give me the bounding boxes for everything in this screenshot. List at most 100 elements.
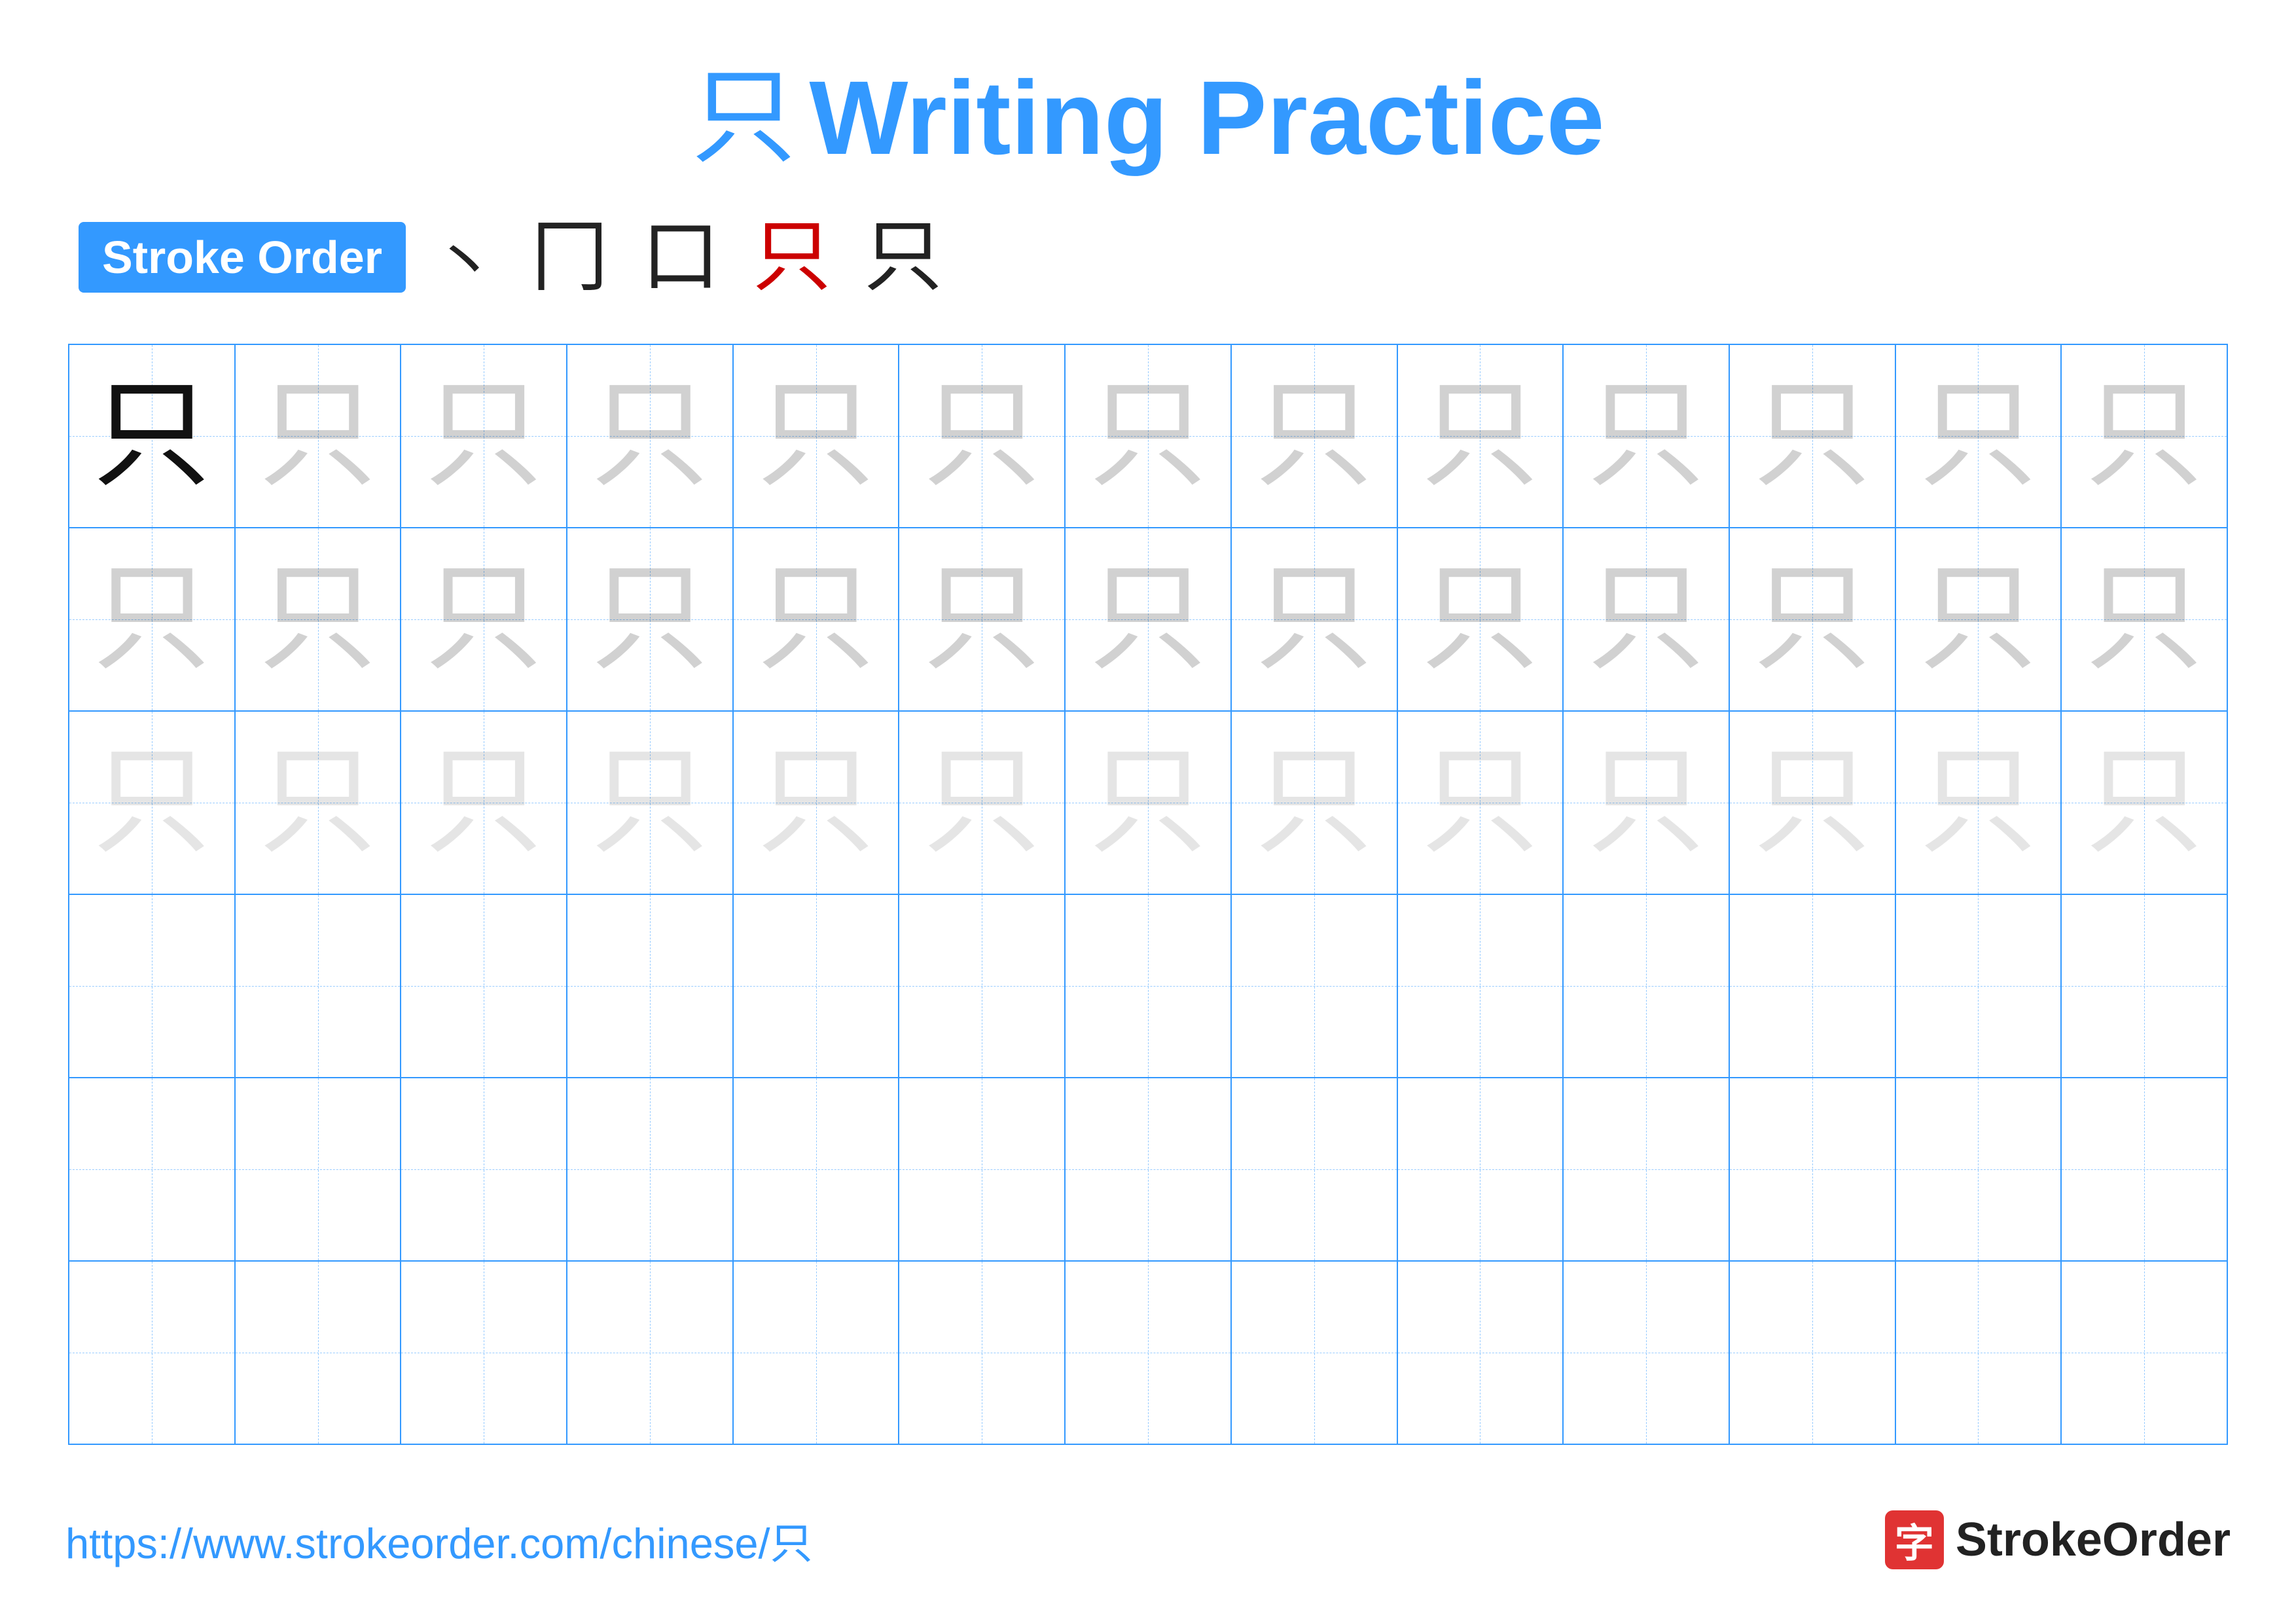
char-faded: 只 <box>259 377 377 495</box>
table-cell[interactable]: 只 <box>2061 711 2227 894</box>
table-cell[interactable]: 只 <box>401 344 567 528</box>
table-cell[interactable] <box>1895 894 2062 1078</box>
table-cell[interactable]: 只 <box>1563 344 1729 528</box>
table-cell[interactable]: 只 <box>1397 711 1564 894</box>
table-cell[interactable] <box>1729 894 1895 1078</box>
title-text: Writing Practice <box>809 65 1604 170</box>
table-cell[interactable] <box>1729 1261 1895 1444</box>
char-faded: 只 <box>2085 560 2203 678</box>
table-cell[interactable]: 只 <box>2061 528 2227 711</box>
table-cell[interactable]: 只 <box>69 711 235 894</box>
table-cell[interactable]: 只 <box>1231 711 1397 894</box>
table-cell[interactable] <box>1563 1261 1729 1444</box>
page-title: 只 Writing Practice <box>691 65 1604 170</box>
table-cell[interactable] <box>1397 894 1564 1078</box>
table-cell[interactable] <box>1397 1261 1564 1444</box>
table-cell[interactable]: 只 <box>1397 344 1564 528</box>
table-cell[interactable] <box>733 894 899 1078</box>
char-faded-light: 只 <box>923 744 1041 862</box>
table-cell[interactable]: 只 <box>69 344 235 528</box>
table-cell[interactable] <box>899 1078 1065 1261</box>
table-cell[interactable] <box>1397 1078 1564 1261</box>
table-cell[interactable]: 只 <box>899 528 1065 711</box>
table-cell[interactable] <box>235 1078 401 1261</box>
table-cell[interactable] <box>1895 1261 2062 1444</box>
table-cell[interactable] <box>1729 1078 1895 1261</box>
table-cell[interactable]: 只 <box>2061 344 2227 528</box>
table-cell[interactable] <box>69 1078 235 1261</box>
table-cell[interactable]: 只 <box>1729 528 1895 711</box>
char-faded: 只 <box>1421 377 1539 495</box>
table-cell[interactable]: 只 <box>1895 344 2062 528</box>
char-faded: 只 <box>1753 560 1871 678</box>
logo-icon: 字 <box>1885 1510 1944 1569</box>
table-cell[interactable]: 只 <box>899 711 1065 894</box>
table-cell[interactable]: 只 <box>567 344 733 528</box>
table-cell[interactable]: 只 <box>401 711 567 894</box>
stroke-steps: 丶 冂 口 只 只 <box>432 210 942 304</box>
table-cell[interactable]: 只 <box>235 711 401 894</box>
table-cell[interactable] <box>1895 1078 2062 1261</box>
char-faded: 只 <box>757 560 875 678</box>
table-cell[interactable]: 只 <box>1231 344 1397 528</box>
table-cell[interactable] <box>567 1078 733 1261</box>
table-cell[interactable] <box>235 1261 401 1444</box>
table-cell[interactable]: 只 <box>1895 711 2062 894</box>
table-cell[interactable]: 只 <box>1065 344 1231 528</box>
table-cell[interactable]: 只 <box>69 528 235 711</box>
table-cell[interactable]: 只 <box>567 528 733 711</box>
table-cell[interactable] <box>733 1261 899 1444</box>
table-cell[interactable] <box>69 1261 235 1444</box>
table-cell[interactable] <box>235 894 401 1078</box>
char-faded: 只 <box>757 377 875 495</box>
char-faded: 只 <box>1255 377 1373 495</box>
table-cell[interactable]: 只 <box>1231 528 1397 711</box>
table-cell[interactable]: 只 <box>1563 711 1729 894</box>
char-faded-light: 只 <box>757 744 875 862</box>
table-cell[interactable]: 只 <box>1397 528 1564 711</box>
table-cell[interactable] <box>1563 1078 1729 1261</box>
table-cell[interactable]: 只 <box>235 528 401 711</box>
table-cell[interactable] <box>567 894 733 1078</box>
table-cell[interactable]: 只 <box>899 344 1065 528</box>
table-cell[interactable] <box>2061 894 2227 1078</box>
char-faded-light: 只 <box>1919 744 2037 862</box>
table-cell[interactable]: 只 <box>1729 344 1895 528</box>
table-cell[interactable] <box>1065 1078 1231 1261</box>
table-cell[interactable] <box>1231 1078 1397 1261</box>
table-cell[interactable] <box>401 1078 567 1261</box>
table-cell[interactable]: 只 <box>733 528 899 711</box>
stroke-step-4: 只 <box>753 218 831 297</box>
table-cell[interactable] <box>899 1261 1065 1444</box>
table-cell[interactable] <box>567 1261 733 1444</box>
char-faded: 只 <box>1753 377 1871 495</box>
table-cell[interactable] <box>1065 1261 1231 1444</box>
table-cell[interactable]: 只 <box>733 711 899 894</box>
table-cell[interactable] <box>401 894 567 1078</box>
table-cell[interactable] <box>2061 1078 2227 1261</box>
table-cell[interactable] <box>1563 894 1729 1078</box>
footer-link[interactable]: https://www.strokeorder.com/chinese/只 <box>65 1509 813 1571</box>
table-cell[interactable]: 只 <box>401 528 567 711</box>
stroke-step-1: 丶 <box>432 210 497 304</box>
table-cell[interactable] <box>1231 1261 1397 1444</box>
footer-logo: 字 StrokeOrder <box>1885 1510 2231 1569</box>
table-cell[interactable]: 只 <box>235 344 401 528</box>
table-cell[interactable] <box>1231 894 1397 1078</box>
table-cell[interactable] <box>401 1261 567 1444</box>
table-cell[interactable] <box>899 894 1065 1078</box>
char-faded: 只 <box>1919 560 2037 678</box>
grid-row-5 <box>69 1078 2227 1261</box>
table-cell[interactable]: 只 <box>733 344 899 528</box>
table-cell[interactable]: 只 <box>1729 711 1895 894</box>
table-cell[interactable]: 只 <box>1065 711 1231 894</box>
table-cell[interactable]: 只 <box>1895 528 2062 711</box>
table-cell[interactable]: 只 <box>1563 528 1729 711</box>
table-cell[interactable] <box>1065 894 1231 1078</box>
table-cell[interactable] <box>733 1078 899 1261</box>
table-cell[interactable]: 只 <box>1065 528 1231 711</box>
table-cell[interactable] <box>69 894 235 1078</box>
table-cell[interactable]: 只 <box>567 711 733 894</box>
grid-row-4 <box>69 894 2227 1078</box>
table-cell[interactable] <box>2061 1261 2227 1444</box>
